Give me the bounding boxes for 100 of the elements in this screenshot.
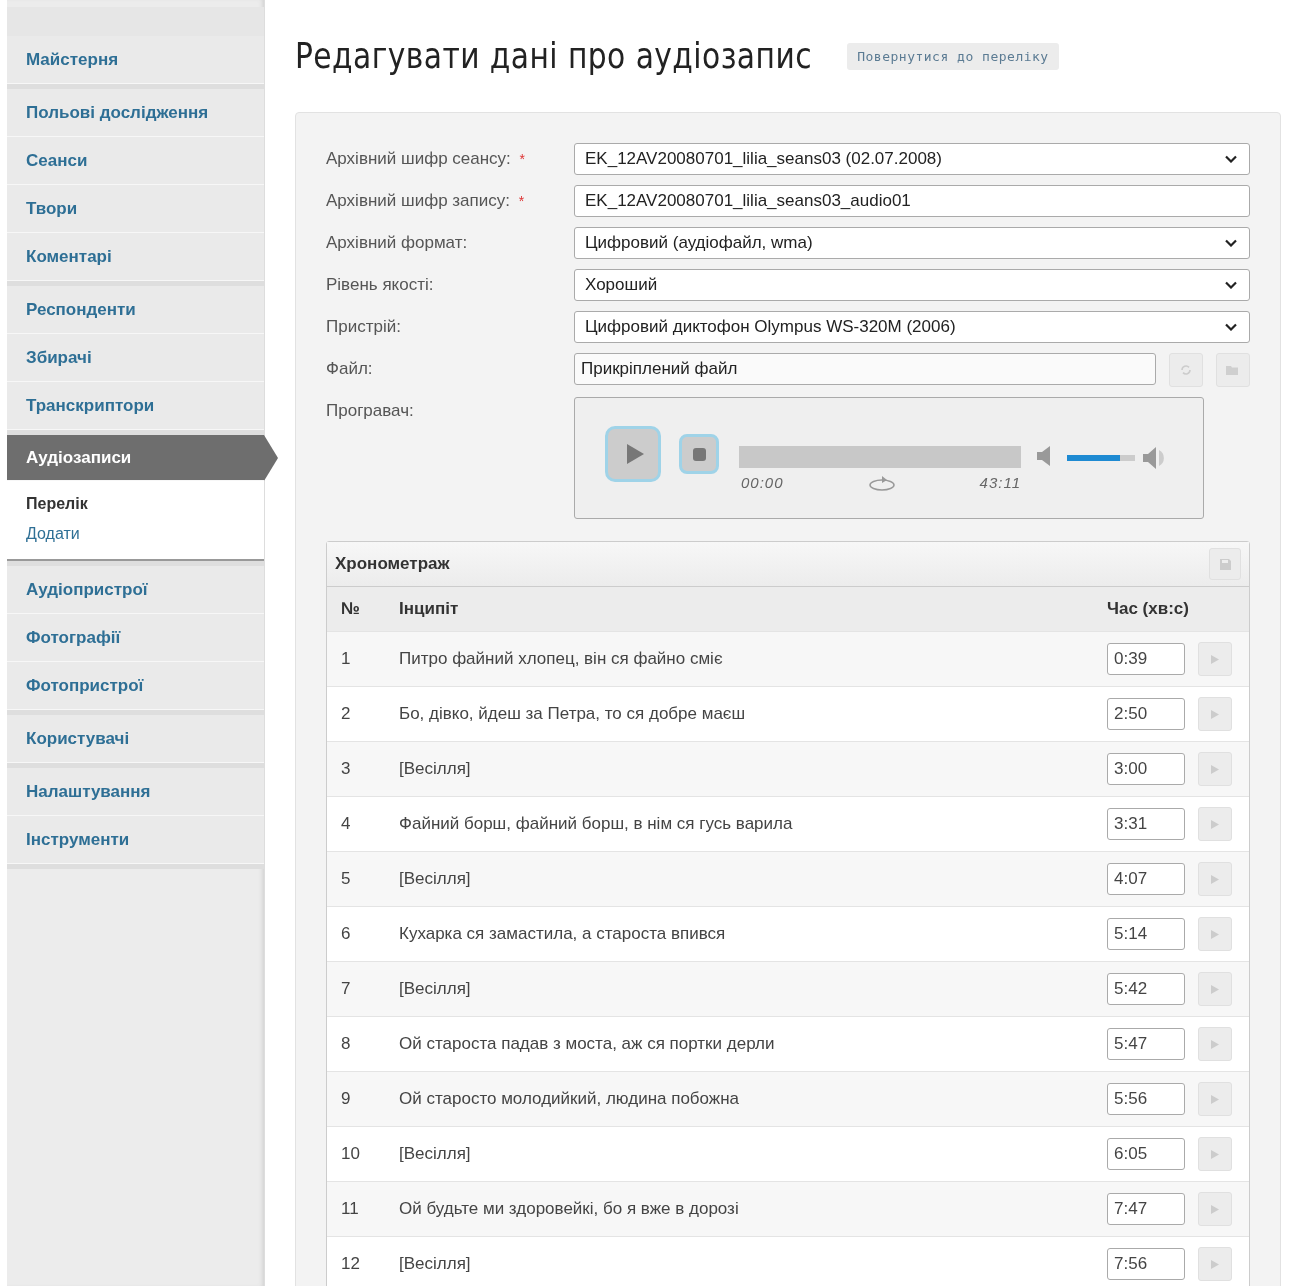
play-icon [1211,1149,1219,1159]
page-title: Редагувати дані про аудіозапис [295,36,812,76]
play-icon [1211,654,1219,664]
time-field[interactable]: 0:39 [1107,643,1185,675]
incipit-cell-text: Файний борш, файний борш, в нім ся гусь варила [399,814,794,834]
duration-time: 43:11 [979,474,1021,491]
row-number: 2 [341,704,352,724]
time-field[interactable]: 5:14 [1107,918,1185,950]
sidebar-item[interactable]: Налаштування [7,768,264,816]
row-number: 11 [341,1199,360,1219]
time-field[interactable]: 5:56 [1107,1083,1185,1115]
play-icon [1211,1259,1219,1269]
row-number: 4 [341,814,352,834]
row-number: 5 [341,869,352,889]
folder-icon [1226,364,1240,376]
incipit-cell-text: Бо, дівко, йдеш за Петра, то ся добре маєш [399,704,747,724]
row-number: 1 [341,649,352,669]
incipit-cell-text: [Весілля] [399,869,472,889]
sidebar-item[interactable]: Транскриптори [7,382,264,430]
save-button[interactable] [1209,548,1241,580]
sidebar-item[interactable]: Фотопристрої [7,662,264,710]
play-icon [1211,1094,1219,1104]
sidebar-item[interactable]: Польові дослідження [7,89,264,137]
table-title: Хронометраж [335,554,450,574]
stop-icon [692,447,706,461]
stop-button[interactable] [679,434,719,474]
sidebar-item[interactable]: Респонденти [7,286,264,334]
select-field[interactable]: Цифровий диктофон Olympus WS-320M (2006) [574,311,1250,343]
back-link[interactable]: Повернутися до переліку [847,42,1059,70]
sidebar-item[interactable]: Сеанси [7,137,264,185]
column-header: Інципіт [399,599,460,619]
row-number: 12 [341,1254,361,1274]
submenu-item[interactable]: Додати [7,521,264,551]
play-button[interactable] [605,426,661,482]
column-header: Час (хв:с) [1107,599,1190,619]
play-icon [1211,764,1219,774]
sidebar-item[interactable]: Твори [7,185,264,233]
chevron-down-icon [1225,323,1237,331]
field-label: Архівний шифр сеансу: [326,149,511,168]
time-field[interactable]: 2:50 [1107,698,1185,730]
submenu-item[interactable]: Перелік [7,491,264,521]
select-field[interactable]: Цифровий (аудіофайл, wma) [574,227,1250,259]
column-header: № [341,599,361,619]
field-label: Файл: [326,359,373,378]
incipit-cell-text: Питро файний хлопец, він ся файно сміє [399,649,724,669]
sidebar-item[interactable]: Інструменти [7,816,264,864]
select-field[interactable]: EK_12AV20080701_lilia_seans03 (02.07.2008) [574,143,1250,175]
refresh-button[interactable] [1169,353,1203,387]
play-icon [1211,709,1219,719]
sidebar-item[interactable]: Майстерня [7,36,264,84]
row-number: 7 [341,979,352,999]
chevron-down-icon [1225,239,1237,247]
required-mark: * [519,151,526,167]
time-field[interactable]: 7:47 [1107,1193,1185,1225]
sidebar-item[interactable]: Збирачі [7,334,264,382]
incipit-cell-text: [Весілля] [399,1144,472,1164]
time-field[interactable]: 7:56 [1107,1248,1185,1280]
incipit-cell-text: Ой староста падав з моста, аж ся портки дерли [399,1034,776,1054]
row-number: 10 [341,1144,361,1164]
incipit-cell-text: [Весілля] [399,979,472,999]
sidebar-item[interactable]: Фотографії [7,614,264,662]
row-number: 8 [341,1034,352,1054]
incipit-cell-text: [Весілля] [399,1254,472,1274]
incipit-cell-text: Ой старосто молодийкий, людина побожна [399,1089,741,1109]
refresh-icon [1180,364,1192,376]
required-mark: * [518,193,525,209]
row-number: 6 [341,924,352,944]
time-field[interactable]: 6:05 [1107,1138,1185,1170]
time-field[interactable]: 3:00 [1107,753,1185,785]
sidebar-item[interactable]: Коментарі [7,233,264,281]
time-field[interactable]: 4:07 [1107,863,1185,895]
chevron-down-icon [1225,281,1237,289]
input-field[interactable]: EK_12AV20080701_lilia_seans03_audio01 [574,185,1250,217]
row-number: 9 [341,1089,352,1109]
sidebar-item[interactable]: Аудіопристрої [7,566,264,614]
play-icon [1211,929,1219,939]
field-label: Програвач: [326,401,414,420]
time-field[interactable]: 5:47 [1107,1028,1185,1060]
field-label: Архівний формат: [326,233,468,252]
field-label: Архівний шифр запису: [326,191,510,210]
volume-slider[interactable] [1067,455,1135,461]
play-icon [1211,819,1219,829]
select-field[interactable]: Хороший [574,269,1250,301]
current-time: 00:00 [741,474,784,491]
chevron-down-icon [1225,155,1237,163]
time-field[interactable]: 5:42 [1107,973,1185,1005]
play-icon [1211,1204,1219,1214]
sidebar-item[interactable]: Користувачі [7,715,264,763]
open-folder-button[interactable] [1216,353,1250,387]
sidebar-item[interactable]: Аудіозаписи [7,435,278,481]
incipit-cell-text: Ой будьте ми здоровейкі, бо я вже в дорозі [399,1199,740,1219]
repeat-icon[interactable] [867,474,896,491]
field-label: Пристрій: [326,317,401,336]
time-field[interactable]: 3:31 [1107,808,1185,840]
play-icon [1211,1039,1219,1049]
progress-track[interactable] [739,446,1021,468]
play-icon [1211,874,1219,884]
file-field[interactable]: Прикріплений файл [574,353,1156,385]
play-icon [626,444,644,464]
incipit-cell-text: [Весілля] [399,759,472,779]
